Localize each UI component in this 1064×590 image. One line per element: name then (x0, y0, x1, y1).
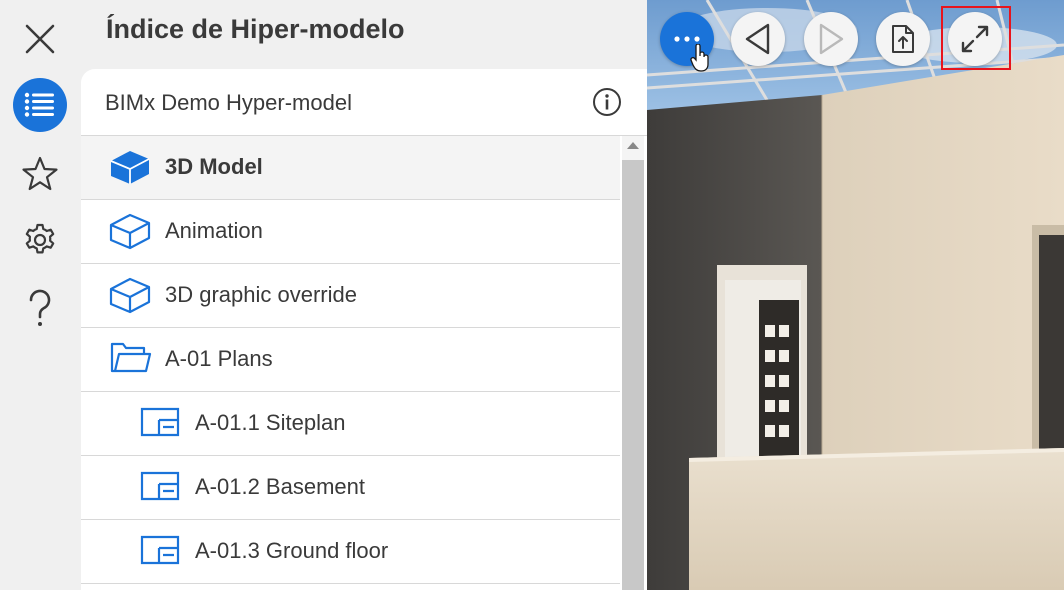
list-icon (24, 92, 54, 117)
help-icon (29, 289, 51, 326)
floorplan-icon (140, 535, 180, 565)
fullscreen-highlight-box (941, 6, 1011, 70)
tree-item-label: A-01.2 Basement (195, 474, 365, 499)
tree-item-label: A-01.3 Ground floor (195, 538, 389, 563)
triangle-left-icon (745, 23, 770, 55)
share-document-icon (892, 25, 914, 53)
tree-item-a01-2-basement[interactable]: A-01.2 Basement (81, 456, 620, 520)
scrollbar-thumb[interactable] (622, 160, 644, 590)
panel-header: Índice de Hiper-modelo (81, 0, 647, 69)
tree-item-3d-model[interactable]: 3D Model (81, 136, 620, 200)
3d-cube-outline-icon (109, 213, 151, 250)
index-panel: BIMx Demo Hyper-model 3D Model Animation (81, 69, 647, 590)
tree-item-label: 3D graphic override (165, 282, 357, 307)
share-button[interactable] (876, 12, 930, 66)
folder-icon (110, 342, 152, 373)
close-button[interactable] (13, 12, 67, 66)
tree-item-a01-1-siteplan[interactable]: A-01.1 Siteplan (81, 392, 620, 456)
scrollbar[interactable] (622, 136, 644, 590)
3d-scene-render (647, 0, 1064, 590)
next-button[interactable] (804, 12, 858, 66)
tree-item-a01-plans[interactable]: A-01 Plans (81, 328, 620, 392)
close-icon (25, 24, 55, 54)
scroll-up-arrow-icon[interactable] (627, 142, 639, 149)
settings-button[interactable] (13, 213, 67, 267)
tree-item-animation[interactable]: Animation (81, 200, 620, 264)
3d-cube-outline-icon (109, 277, 151, 314)
tree-item-label: A-01.1 Siteplan (195, 410, 346, 435)
model-row: BIMx Demo Hyper-model (81, 69, 647, 136)
3d-cube-icon (110, 151, 150, 184)
previous-button[interactable] (731, 12, 785, 66)
index-tree: 3D Model Animation 3D graphic override A… (81, 136, 620, 584)
index-list-button[interactable] (13, 78, 67, 132)
triangle-right-icon (819, 23, 844, 55)
star-icon (22, 156, 58, 191)
gear-icon (25, 223, 55, 254)
favorites-button[interactable] (13, 147, 67, 201)
floorplan-icon (140, 471, 180, 501)
help-button[interactable] (13, 282, 67, 336)
info-icon[interactable] (592, 87, 622, 117)
floorplan-icon (140, 407, 180, 437)
3d-viewport[interactable] (647, 0, 1064, 590)
tree-item-label: Animation (165, 218, 263, 243)
tree-item-3d-graphic-override[interactable]: 3D graphic override (81, 264, 620, 328)
tree-item-label: 3D Model (165, 154, 263, 179)
tree-item-label: A-01 Plans (165, 346, 273, 371)
tree-item-a01-3-ground-floor[interactable]: A-01.3 Ground floor (81, 520, 620, 584)
hand-cursor-icon (690, 44, 709, 72)
page-title: Índice de Hiper-modelo (106, 14, 405, 44)
more-dots-icon (674, 36, 700, 42)
side-rail (0, 0, 81, 590)
model-name: BIMx Demo Hyper-model (105, 90, 352, 115)
